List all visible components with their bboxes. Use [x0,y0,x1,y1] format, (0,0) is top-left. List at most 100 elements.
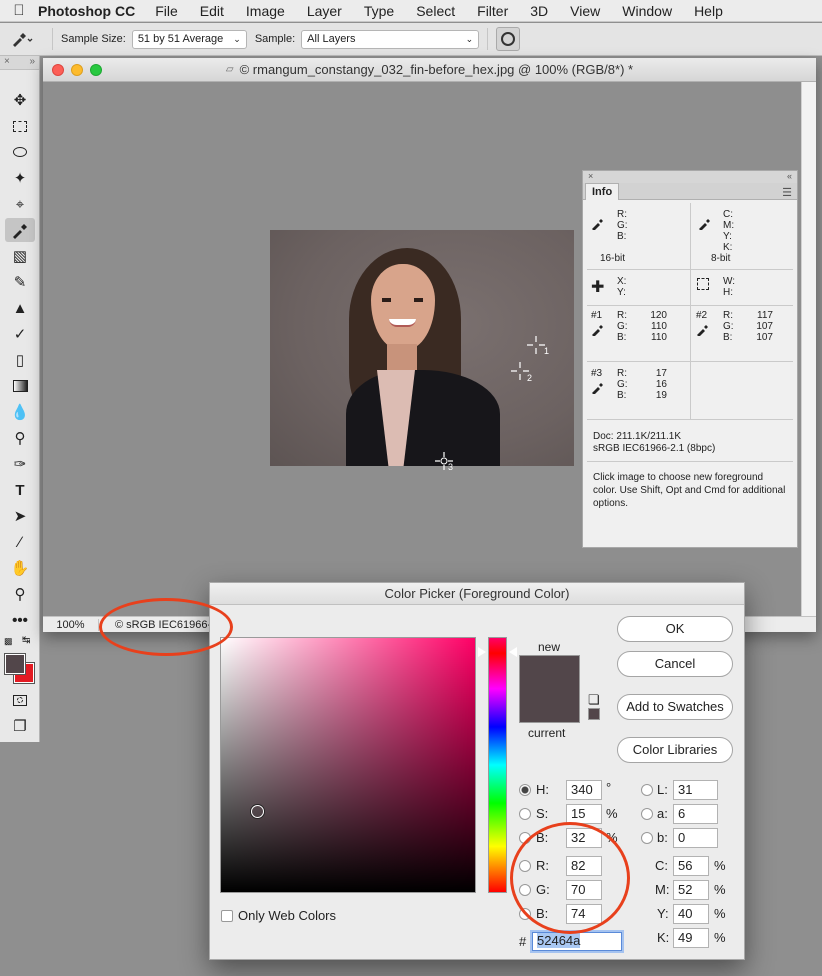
color-sampler-3[interactable]: 3 [435,452,454,472]
a-channel-radio[interactable] [641,808,653,820]
sampler-2-g-label: G: [723,321,734,332]
menu-file[interactable]: File [155,3,178,19]
color-field-cursor[interactable] [251,805,264,818]
history-brush-tool-icon[interactable]: ✓ [5,322,35,346]
close-icon[interactable]: × [4,56,10,69]
zoom-level[interactable]: 100% [43,618,99,631]
document-proxy-icon: ▱ [225,64,234,75]
info-bit-depth-8[interactable]: 8-bit [711,253,730,264]
saturation-field[interactable]: 15 [566,804,602,824]
swap-colors-icon[interactable]: ↹ [22,635,30,646]
menu-window[interactable]: Window [622,3,672,19]
add-to-swatches-button[interactable]: Add to Swatches [617,694,733,720]
collapse-icon[interactable]: » [29,56,35,69]
sample-size-select[interactable]: 51 by 51 Average ⌄ [131,29,247,49]
b-channel-radio[interactable] [641,832,653,844]
magenta-field[interactable]: 52 [673,880,709,900]
clone-stamp-tool-icon[interactable]: ▲ [5,296,35,320]
path-selection-tool-icon[interactable]: ➤ [5,504,35,528]
menu-image[interactable]: Image [246,3,285,19]
yellow-field[interactable]: 40 [673,904,709,924]
menu-edit[interactable]: Edit [200,3,224,19]
brush-tool-icon[interactable]: ✎ [5,270,35,294]
hue-slider-right-arrow[interactable] [509,647,517,657]
m-label: M: [655,882,670,897]
minimize-button[interactable] [71,64,83,76]
menu-layer[interactable]: Layer [307,3,342,19]
menu-type[interactable]: Type [364,3,394,19]
sampler-1-b-value: 110 [651,332,667,343]
menu-filter[interactable]: Filter [477,3,508,19]
lightness-field[interactable]: 31 [673,780,718,800]
ok-button[interactable]: OK [617,616,733,642]
zoom-button[interactable] [90,64,102,76]
hue-radio[interactable] [519,784,531,796]
gradient-tool-icon[interactable] [5,374,35,398]
foreground-color-swatch[interactable] [4,653,26,675]
a-channel-field[interactable]: 6 [673,804,718,824]
color-picker-title[interactable]: Color Picker (Foreground Color) [210,583,744,605]
hand-tool-icon[interactable]: ✋ [5,556,35,580]
menu-view[interactable]: View [570,3,600,19]
close-button[interactable] [52,64,64,76]
hue-slider-left-arrow[interactable] [478,647,486,657]
eyedropper-preset-icon[interactable] [0,30,44,48]
only-web-colors-checkbox[interactable] [221,910,233,922]
hex-field[interactable]: 52464a [532,932,622,951]
hex-value: 52464a [537,933,581,948]
saturation-radio[interactable] [519,808,531,820]
panel-menu-icon[interactable]: ☰ [782,186,792,199]
tab-info[interactable]: Info [585,183,620,200]
info-x-label: X: [617,276,627,287]
magic-wand-tool-icon[interactable]: ✦ [5,166,35,190]
percent-unit: % [606,806,618,821]
eyedropper-tool-icon[interactable] [5,218,35,242]
more-tools-icon[interactable]: ••• [5,608,35,632]
b-channel-field[interactable]: 0 [673,828,718,848]
eyedropper-icon [591,322,605,339]
zoom-tool-icon[interactable]: ⚲ [5,582,35,606]
apple-icon[interactable]:  [0,2,38,19]
menu-3d[interactable]: 3D [530,3,548,19]
eraser-tool-icon[interactable]: ▯ [5,348,35,372]
document-title-bar[interactable]: ▱ © rmangum_constangy_032_fin-before_hex… [43,58,816,82]
crop-tool-icon[interactable]: ⌖ [5,192,35,216]
lasso-tool-icon[interactable] [5,140,35,164]
out-of-gamut-cube-icon[interactable]: ❏ [588,692,600,708]
line-tool-icon[interactable]: ∕ [5,530,35,554]
color-field[interactable] [220,637,476,893]
black-field[interactable]: 49 [673,928,709,948]
menu-help[interactable]: Help [694,3,723,19]
sampling-ring-toggle[interactable] [496,27,521,51]
info-bit-depth-16[interactable]: 16-bit [600,253,625,264]
dodge-tool-icon[interactable]: ⚲ [5,426,35,450]
web-safe-color-swatch[interactable] [588,708,600,720]
move-tool-icon[interactable]: ✥ [5,88,35,112]
screen-mode-icon[interactable]: ❐ [5,714,35,738]
color-sampler-2[interactable]: 2 [511,362,532,383]
sample-select[interactable]: All Layers ⌄ [301,29,480,49]
blur-tool-icon[interactable]: 💧 [5,400,35,424]
collapse-icon[interactable]: « [787,171,792,183]
cyan-field[interactable]: 56 [673,856,709,876]
only-web-colors-label: Only Web Colors [238,908,337,923]
hue-slider[interactable] [488,637,507,893]
cancel-button[interactable]: Cancel [617,651,733,677]
lightness-radio[interactable] [641,784,653,796]
percent-unit: % [714,930,726,945]
quick-mask-icon[interactable] [5,688,35,712]
sampler-2-b-value: 107 [756,332,773,343]
vertical-scrollbar[interactable] [801,82,816,616]
sampler-3-number: 3 [448,462,454,472]
healing-brush-tool-icon[interactable]: ▧ [5,244,35,268]
marquee-tool-icon[interactable] [5,114,35,138]
type-tool-icon[interactable]: T [5,478,35,502]
color-sampler-1[interactable]: 1 [527,336,549,356]
hue-field[interactable]: 340 [566,780,602,800]
color-libraries-button[interactable]: Color Libraries [617,737,733,763]
close-icon[interactable]: × [588,171,593,183]
default-colors-icon[interactable]: ▩ [4,636,13,647]
pen-tool-icon[interactable]: ✑ [5,452,35,476]
menu-select[interactable]: Select [416,3,455,19]
app-menu[interactable]: Photoshop CC [38,3,135,19]
